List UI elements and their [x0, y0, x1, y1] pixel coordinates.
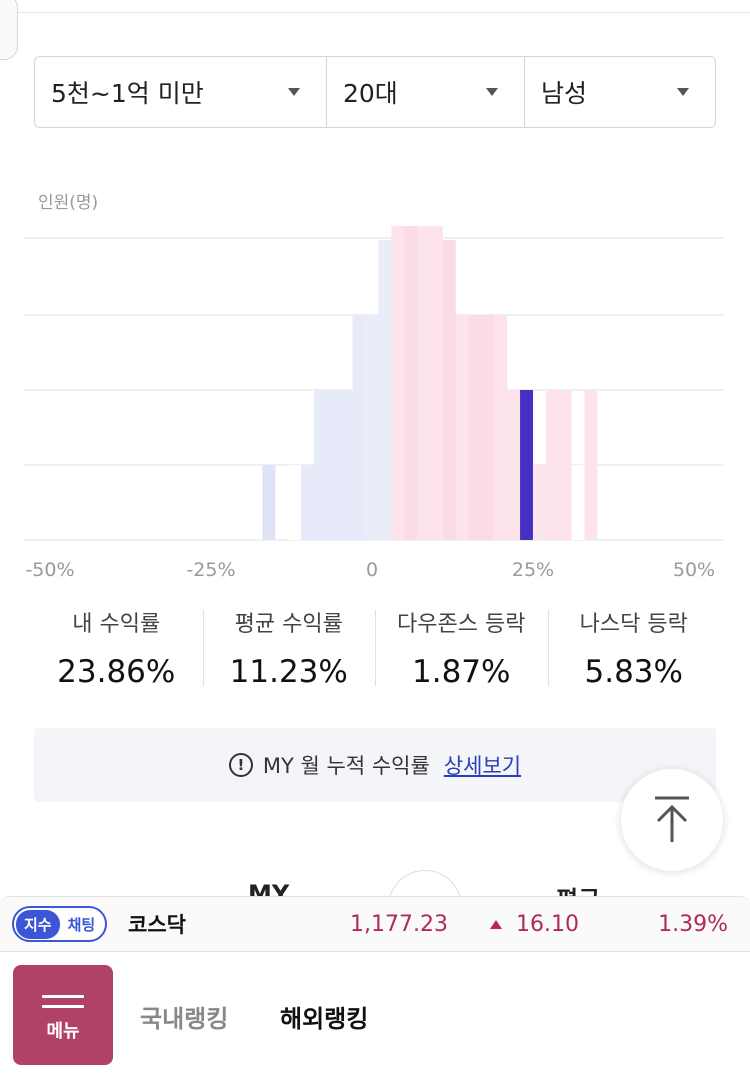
details-link[interactable]: 상세보기	[444, 750, 521, 780]
index-change: 16.10	[490, 912, 579, 937]
x-tick-label: -25%	[186, 559, 235, 581]
histogram-bar	[558, 390, 572, 540]
histogram-bar	[288, 465, 302, 540]
age-filter-select[interactable]: 20대	[327, 57, 525, 127]
stat-nasdaq: 나스닥 등락 5.83%	[547, 600, 721, 692]
histogram-bar	[532, 465, 546, 540]
x-tick-label: 25%	[512, 559, 554, 581]
histogram-bar	[378, 240, 392, 540]
histogram-bar	[262, 465, 276, 540]
y-axis-unit-label: 인원(명)	[38, 193, 99, 213]
stats-row: 내 수익률 23.86% 평균 수익률 11.23% 다우존스 등락 1.87%…	[30, 600, 720, 692]
arrow-up-icon	[655, 796, 689, 842]
menu-button[interactable]: 메뉴	[13, 965, 113, 1065]
return-distribution-chart: -50% -25% 0 25% 50%	[24, 226, 724, 581]
x-tick-label: 0	[366, 559, 378, 581]
histogram-bar	[584, 390, 598, 540]
caret-down-icon	[486, 88, 498, 96]
stat-value: 5.83%	[584, 654, 683, 690]
income-filter-select[interactable]: 5천~1억 미만	[35, 57, 327, 127]
histogram-bar	[545, 390, 559, 540]
x-tick-label: -50%	[25, 559, 74, 581]
stat-label: 다우존스 등락	[397, 612, 526, 637]
caret-down-icon	[677, 88, 689, 96]
histogram-bar	[429, 226, 443, 540]
histogram-bar	[520, 390, 534, 540]
index-badge[interactable]: 지수	[16, 909, 60, 939]
income-filter-value: 5천~1억 미만	[51, 79, 204, 108]
bottom-navigation: 메뉴 국내랭킹 해외랭킹	[0, 953, 750, 1078]
stat-value: 1.87%	[412, 654, 511, 690]
scroll-to-top-button[interactable]	[620, 768, 724, 872]
histogram-bar	[313, 390, 327, 540]
index-name: 코스닥	[128, 913, 186, 937]
age-filter-value: 20대	[343, 79, 398, 108]
stat-label: 평균 수익률	[234, 612, 343, 637]
triangle-up-icon	[490, 919, 502, 929]
caret-down-icon	[288, 88, 300, 96]
stat-label: 내 수익률	[72, 612, 161, 637]
histogram-bar	[391, 226, 405, 540]
histogram-bar	[481, 315, 495, 540]
histogram-bar	[365, 315, 379, 540]
stat-value: 11.23%	[229, 654, 348, 690]
tab-domestic-ranking[interactable]: 국내랭킹	[140, 999, 228, 1034]
index-price: 1,177.23	[350, 911, 448, 937]
top-divider	[0, 12, 750, 13]
stat-my-return: 내 수익률 23.86%	[30, 600, 203, 692]
index-change-rate: 1.39%	[658, 911, 728, 937]
index-change-value: 16.10	[516, 911, 579, 937]
hamburger-icon	[42, 988, 84, 1015]
histogram-bar	[455, 315, 469, 540]
gender-filter-select[interactable]: 남성	[525, 57, 715, 127]
stat-dow-jones: 다우존스 등락 1.87%	[375, 600, 548, 692]
histogram-bar	[352, 315, 366, 540]
chat-badge[interactable]: 채팅	[60, 910, 104, 939]
info-icon: !	[228, 753, 253, 777]
side-handle[interactable]	[0, 0, 18, 60]
histogram-bar	[571, 465, 585, 540]
histogram-bar	[404, 226, 418, 540]
gender-filter-value: 남성	[541, 79, 588, 108]
x-tick-label: 50%	[673, 559, 715, 581]
histogram-bar	[326, 390, 340, 540]
monthly-return-info-box: ! MY 월 누적 수익률 상세보기	[34, 728, 716, 802]
index-chat-toggle[interactable]: 지수 채팅	[12, 906, 108, 942]
histogram-bar	[468, 315, 482, 540]
histogram-bar	[442, 240, 456, 540]
histogram-bar	[494, 315, 508, 540]
stat-average-return: 평균 수익률 11.23%	[202, 600, 376, 692]
stat-label: 나스닥 등락	[579, 612, 688, 637]
histogram-bar	[339, 390, 353, 540]
index-ticker-bar[interactable]: 지수 채팅 코스닥 1,177.23 16.10 1.39%	[0, 896, 750, 952]
histogram-bar	[507, 390, 521, 540]
info-text: MY 월 누적 수익률	[262, 754, 430, 778]
histogram-bar	[417, 226, 431, 540]
stat-value: 23.86%	[57, 654, 176, 690]
tab-overseas-ranking[interactable]: 해외랭킹	[280, 999, 368, 1034]
filter-bar: 5천~1억 미만 20대 남성	[34, 56, 716, 128]
menu-label: 메뉴	[46, 1020, 80, 1042]
histogram-bar	[301, 465, 315, 540]
